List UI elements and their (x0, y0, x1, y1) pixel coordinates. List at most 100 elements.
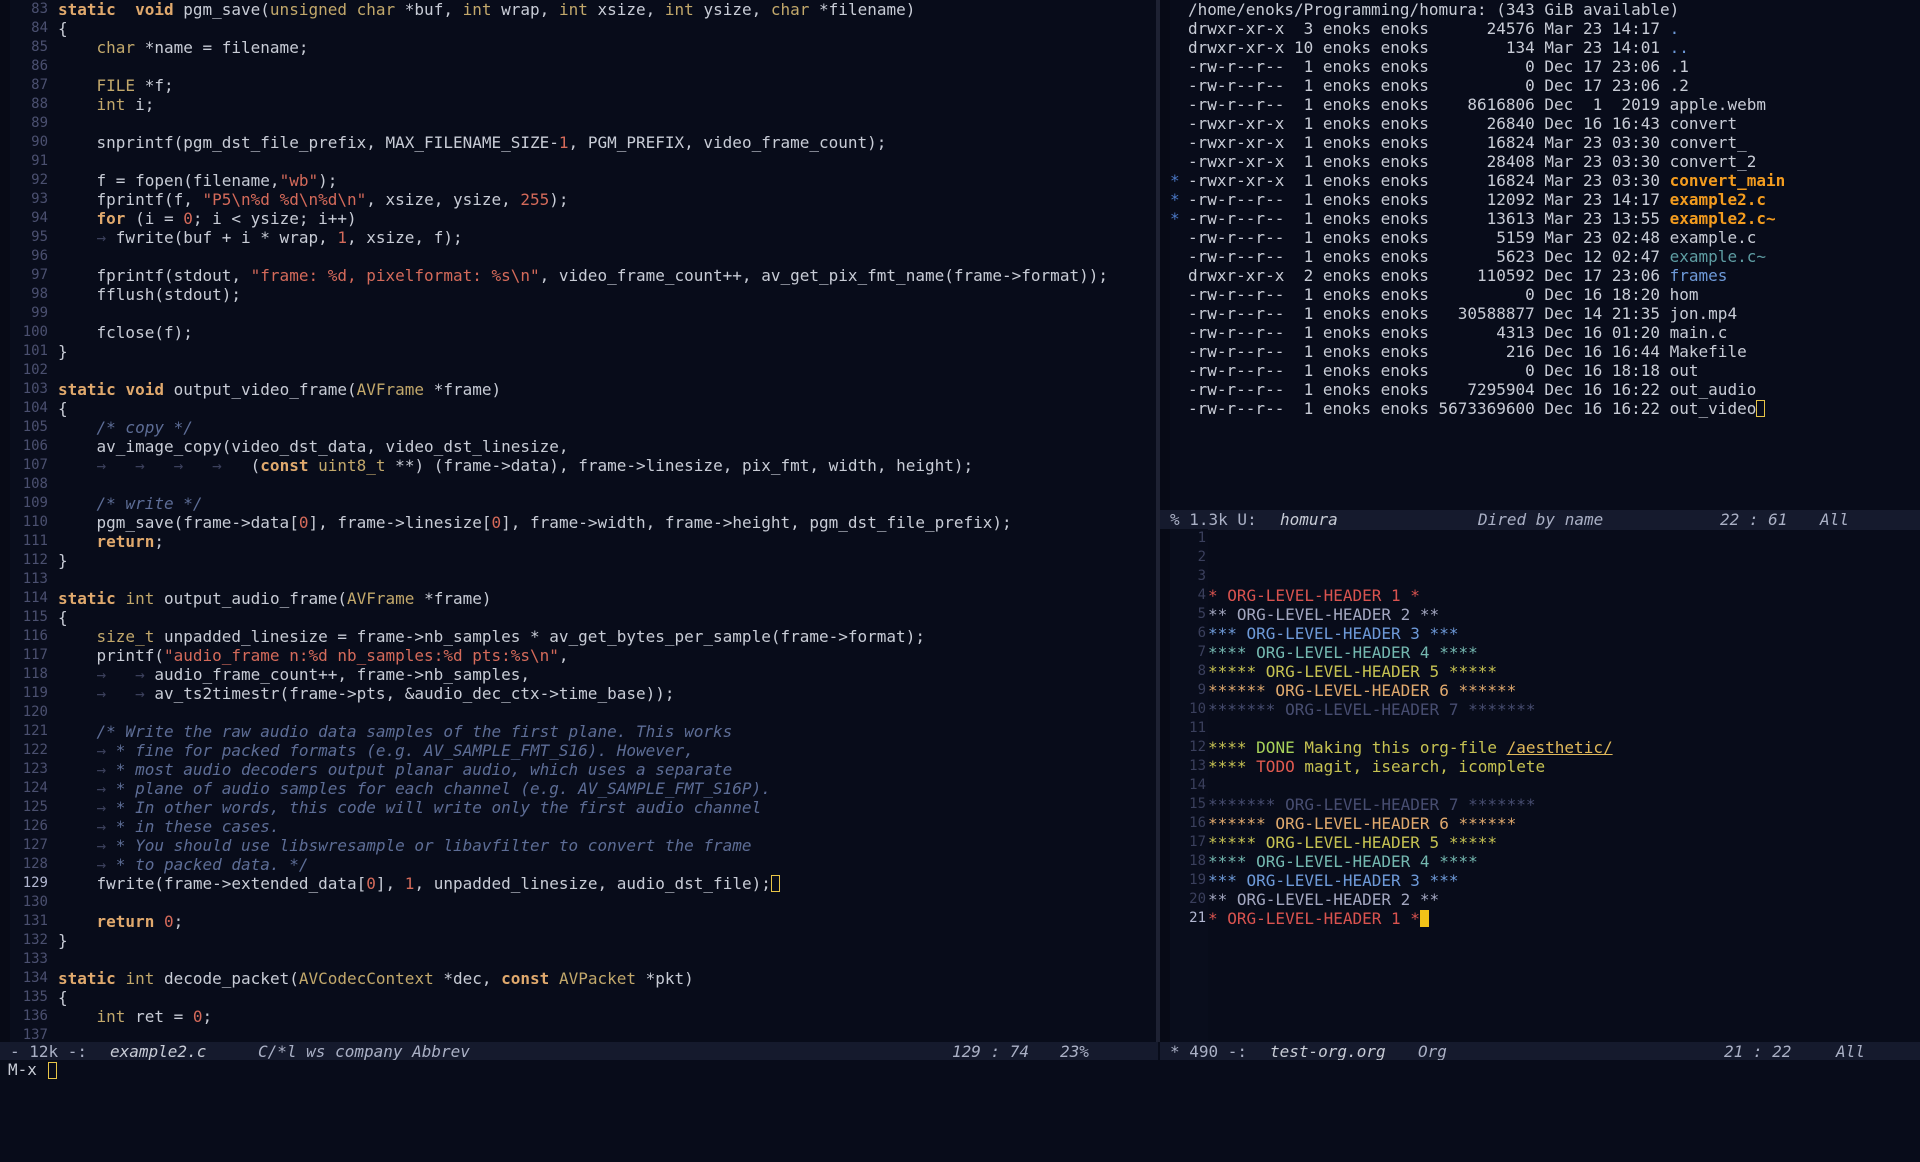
code-line[interactable]: } (58, 342, 68, 361)
code-line[interactable]: av_image_copy(video_dst_data, video_dst_… (58, 437, 569, 456)
code-mode-line[interactable]: - 12k -: example2.c C/*l ws company Abbr… (0, 1042, 1158, 1062)
minibuffer-cursor[interactable] (48, 1062, 57, 1079)
dired-entry[interactable]: -rw-r--r-- 1 enoks enoks 0 Dec 17 23:06 … (1188, 76, 1689, 95)
code-line[interactable]: → * to packed data. */ (58, 855, 309, 874)
code-line[interactable]: } (58, 931, 68, 950)
code-line[interactable]: fprintf(stdout, "frame: %d, pixelformat:… (58, 266, 1108, 285)
org-line[interactable]: ** ORG-LEVEL-HEADER 2 ** (1208, 890, 1439, 909)
code-line[interactable]: static int output_audio_frame(AVFrame *f… (58, 589, 492, 608)
dired-entry[interactable]: -rw-r--r-- 1 enoks enoks 5673369600 Dec … (1188, 399, 1766, 418)
dired-entry[interactable]: -rw-r--r-- 1 enoks enoks 8616806 Dec 1 2… (1188, 95, 1766, 114)
code-line[interactable]: → → av_ts2timestr(frame->pts, &audio_dec… (58, 684, 675, 703)
dired-file-name[interactable]: convert_main (1670, 171, 1786, 190)
code-line[interactable]: char *name = filename; (58, 38, 309, 57)
dired-entry[interactable]: -rw-r--r-- 1 enoks enoks 216 Dec 16 16:4… (1188, 342, 1747, 361)
dired-window[interactable]: /home/enoks/Programming/homura: (343 GiB… (1160, 0, 1920, 510)
code-line[interactable]: /* Write the raw audio data samples of t… (58, 722, 733, 741)
code-line[interactable]: static void pgm_save(unsigned char *buf,… (58, 0, 915, 19)
org-line[interactable]: ***** ORG-LEVEL-HEADER 5 ***** (1208, 833, 1497, 852)
org-line[interactable]: **** DONE Making this org-file /aestheti… (1208, 738, 1613, 757)
buffer-name[interactable]: example2.c (110, 1042, 206, 1062)
dired-entry[interactable]: drwxr-xr-x 2 enoks enoks 110592 Dec 17 2… (1188, 266, 1727, 285)
org-mode-line[interactable]: * 490 -: test-org.org Org 21 : 22 All (1160, 1042, 1920, 1062)
dired-entry[interactable]: -rw-r--r-- 1 enoks enoks 0 Dec 16 18:20 … (1188, 285, 1699, 304)
code-line[interactable]: return 0; (58, 912, 184, 931)
major-mode[interactable]: Org (1418, 1042, 1447, 1062)
dired-entry[interactable]: -rw-r--r-- 1 enoks enoks 13613 Mar 23 13… (1188, 209, 1776, 228)
org-line[interactable]: ******* ORG-LEVEL-HEADER 7 ******* (1208, 795, 1536, 814)
code-line[interactable]: size_t unpadded_linesize = frame->nb_sam… (58, 627, 925, 646)
dired-entry[interactable]: -rwxr-xr-x 1 enoks enoks 28408 Mar 23 03… (1188, 152, 1756, 171)
code-line[interactable]: fprintf(f, "P5\n%d %d\n%d\n", xsize, ysi… (58, 190, 569, 209)
code-line[interactable]: int ret = 0; (58, 1007, 213, 1026)
code-line[interactable]: /* write */ (58, 494, 203, 513)
code-line[interactable]: → * fine for packed formats (e.g. AV_SAM… (58, 741, 694, 760)
code-line[interactable]: } (58, 551, 68, 570)
dired-entry[interactable]: drwxr-xr-x 3 enoks enoks 24576 Mar 23 14… (1188, 19, 1679, 38)
dired-file-name[interactable]: hom (1670, 285, 1699, 304)
dired-file-name[interactable]: convert_ (1670, 133, 1747, 152)
dired-file-name[interactable]: out (1670, 361, 1699, 380)
dired-entry[interactable]: -rw-r--r-- 1 enoks enoks 0 Dec 16 18:18 … (1188, 361, 1699, 380)
dired-file-name[interactable]: .. (1670, 38, 1689, 57)
code-line[interactable]: fwrite(frame->extended_data[0], 1, unpad… (58, 874, 780, 893)
code-line[interactable]: → * You should use libswresample or liba… (58, 836, 752, 855)
dired-mark[interactable]: * (1170, 171, 1180, 190)
dired-entry[interactable]: -rw-r--r-- 1 enoks enoks 12092 Mar 23 14… (1188, 190, 1766, 209)
code-line[interactable]: int i; (58, 95, 155, 114)
minibuffer[interactable]: M-x (0, 1060, 1920, 1080)
dired-entry[interactable]: -rwxr-xr-x 1 enoks enoks 26840 Dec 16 16… (1188, 114, 1737, 133)
code-line[interactable]: { (58, 988, 68, 1007)
dired-entry[interactable]: -rw-r--r-- 1 enoks enoks 5623 Dec 12 02:… (1188, 247, 1766, 266)
dired-directory-path[interactable]: /home/enoks/Programming/homura: (1188, 0, 1487, 19)
dired-file-name[interactable]: apple.webm (1670, 95, 1766, 114)
org-line[interactable]: *** ORG-LEVEL-HEADER 3 *** (1208, 871, 1458, 890)
org-line[interactable]: ** ORG-LEVEL-HEADER 2 ** (1208, 605, 1439, 624)
dired-entry[interactable]: -rw-r--r-- 1 enoks enoks 7295904 Dec 16 … (1188, 380, 1756, 399)
org-line[interactable]: **** ORG-LEVEL-HEADER 4 **** (1208, 852, 1478, 871)
dired-file-name[interactable]: frames (1670, 266, 1728, 285)
dired-mark[interactable]: * (1170, 190, 1180, 209)
org-line[interactable]: **** ORG-LEVEL-HEADER 4 **** (1208, 643, 1478, 662)
dired-entry[interactable]: -rw-r--r-- 1 enoks enoks 30588877 Dec 14… (1188, 304, 1737, 323)
code-line[interactable]: fclose(f); (58, 323, 193, 342)
major-minor-modes[interactable]: C/*l ws company Abbrev (258, 1042, 470, 1062)
dired-file-name[interactable]: jon.mp4 (1670, 304, 1737, 323)
dired-file-name[interactable]: example.c~ (1670, 247, 1766, 266)
org-line[interactable]: ****** ORG-LEVEL-HEADER 6 ****** (1208, 814, 1516, 833)
dired-file-name[interactable]: out_audio (1670, 380, 1757, 399)
code-line[interactable]: → fwrite(buf + i * wrap, 1, xsize, f); (58, 228, 463, 247)
code-line[interactable]: for (i = 0; i < ysize; i++) (58, 209, 357, 228)
dired-entry[interactable]: -rw-r--r-- 1 enoks enoks 5159 Mar 23 02:… (1188, 228, 1756, 247)
dired-file-name[interactable]: convert_2 (1670, 152, 1757, 171)
dired-file-name[interactable]: .2 (1670, 76, 1689, 95)
code-line[interactable]: { (58, 399, 68, 418)
code-line[interactable]: snprintf(pgm_dst_file_prefix, MAX_FILENA… (58, 133, 887, 152)
code-line[interactable]: { (58, 608, 68, 627)
code-line[interactable]: f = fopen(filename,"wb"); (58, 171, 338, 190)
dired-file-name[interactable]: . (1670, 19, 1680, 38)
code-line[interactable]: pgm_save(frame->data[0], frame->linesize… (58, 513, 1012, 532)
dired-entry[interactable]: -rwxr-xr-x 1 enoks enoks 16824 Mar 23 03… (1188, 171, 1785, 190)
dired-file-name[interactable]: .1 (1670, 57, 1689, 76)
org-line[interactable]: * ORG-LEVEL-HEADER 1 * (1208, 586, 1420, 605)
org-line[interactable]: *** ORG-LEVEL-HEADER 3 *** (1208, 624, 1458, 643)
dired-entry[interactable]: -rw-r--r-- 1 enoks enoks 4313 Dec 16 01:… (1188, 323, 1727, 342)
code-editor-window[interactable]: 83 84 85 86 87 88 89 90 91 92 93 94 95 96 97 98 99 100 101… (0, 0, 1158, 1042)
dired-mark[interactable]: * (1170, 209, 1180, 228)
code-line[interactable]: return; (58, 532, 164, 551)
dired-file-name[interactable]: example2.c (1670, 190, 1766, 209)
code-line[interactable]: fflush(stdout); (58, 285, 242, 304)
code-line[interactable]: static int decode_packet(AVCodecContext … (58, 969, 694, 988)
dired-file-name[interactable]: main.c (1670, 323, 1728, 342)
code-line[interactable]: → * In other words, this code will write… (58, 798, 762, 817)
dired-file-name[interactable]: example.c (1670, 228, 1757, 247)
major-mode[interactable]: Dired by name (1478, 510, 1603, 530)
code-line[interactable]: → → → → (const uint8_t **) (frame->data)… (58, 456, 974, 475)
code-line[interactable]: printf("audio_frame n:%d nb_samples:%d p… (58, 646, 569, 665)
org-line[interactable]: * ORG-LEVEL-HEADER 1 * (1208, 909, 1429, 928)
dired-file-name[interactable]: out_video (1670, 399, 1757, 418)
org-line[interactable]: ***** ORG-LEVEL-HEADER 5 ***** (1208, 662, 1497, 681)
dired-file-name[interactable]: convert (1670, 114, 1737, 133)
dired-file-name[interactable]: example2.c~ (1670, 209, 1776, 228)
